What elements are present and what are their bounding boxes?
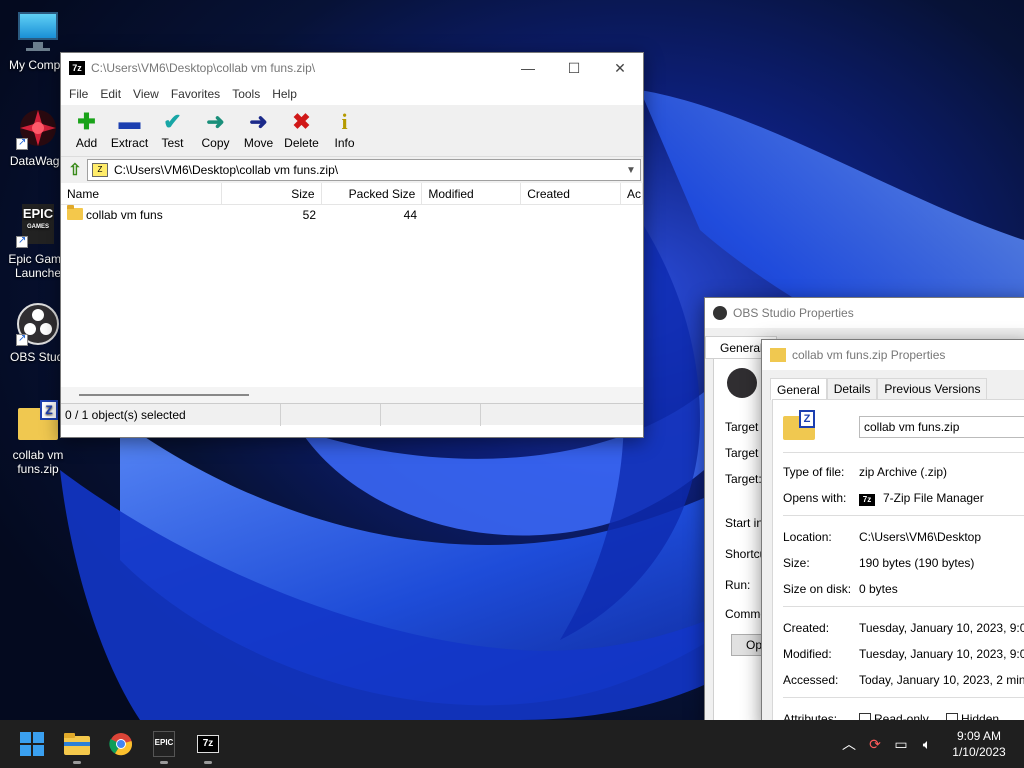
column-modified[interactable]: Modified <box>422 182 522 205</box>
obs-icon <box>16 302 60 346</box>
column-size[interactable]: Size <box>222 182 322 205</box>
zip-folder-icon <box>770 348 786 362</box>
title-bar[interactable]: OBS Studio Properties <box>705 298 1024 328</box>
copy-arrow-icon: ➜ <box>206 109 225 134</box>
list-header: Name Size Packed Size Modified Created A… <box>61 182 644 205</box>
tab-previous-versions[interactable]: Previous Versions <box>877 378 988 400</box>
obs-logo-icon <box>727 368 757 398</box>
column-accessed[interactable]: Ac <box>621 182 644 205</box>
taskbar: EPIC 7z ︿ ⟳ ▭ 🔈︎ 9:09 AM 1/10/2023 <box>0 720 1024 768</box>
file-name-field[interactable]: collab vm funs.zip <box>859 416 1024 438</box>
extract-button[interactable]: ▬ Extract <box>108 109 151 150</box>
zip-properties-window[interactable]: collab vm funs.zip Properties General De… <box>761 339 1024 730</box>
window-title: C:\Users\VM6\Desktop\collab vm funs.zip\ <box>91 61 316 75</box>
general-tab-panel: Z collab vm funs.zip Type of file: zip Ar… <box>772 399 1024 730</box>
zip-file-icon: Z <box>92 163 108 177</box>
menu-view[interactable]: View <box>127 87 165 101</box>
menu-favorites[interactable]: Favorites <box>165 87 226 101</box>
chrome-icon <box>109 733 133 756</box>
plus-icon: ✚ <box>77 109 96 134</box>
scrollbar-thumb[interactable] <box>79 394 249 396</box>
title-bar[interactable]: collab vm funs.zip Properties <box>762 340 1024 370</box>
menu-help[interactable]: Help <box>266 87 303 101</box>
zip-folder-icon: Z <box>16 400 60 444</box>
epic-games-icon: EPIC <box>153 731 175 757</box>
minus-icon: ▬ <box>118 109 141 134</box>
chevron-up-icon[interactable]: ︿ <box>836 734 862 754</box>
menu-tools[interactable]: Tools <box>226 87 266 101</box>
shortcut-arrow-icon <box>16 332 28 346</box>
monitor-icon <box>16 10 60 54</box>
windows-logo-icon <box>20 732 44 756</box>
up-folder-button[interactable]: ⇧ <box>63 159 87 181</box>
menu-file[interactable]: File <box>63 87 94 101</box>
file-list[interactable]: Name Size Packed Size Modified Created A… <box>61 182 644 403</box>
test-button[interactable]: ✔ Test <box>151 109 194 150</box>
column-created[interactable]: Created <box>521 182 622 205</box>
obs-icon <box>713 306 727 320</box>
title-bar[interactable]: 7z C:\Users\VM6\Desktop\collab vm funs.z… <box>61 53 643 83</box>
maximize-button[interactable]: ☐ <box>551 53 597 83</box>
info-button[interactable]: i Info <box>323 109 366 150</box>
column-name[interactable]: Name <box>61 182 222 205</box>
move-button[interactable]: ➜ Move <box>237 109 280 150</box>
delete-button[interactable]: ✖ Delete <box>280 109 323 150</box>
7zip-file-manager-window[interactable]: 7z C:\Users\VM6\Desktop\collab vm funs.z… <box>60 52 644 438</box>
toolbar: ✚ Add ▬ Extract ✔ Test ➜ Copy ➜ Move ✖ D… <box>61 105 643 157</box>
clock[interactable]: 9:09 AM 1/10/2023 <box>940 728 1018 760</box>
7zip-logo-icon: 7z <box>859 494 875 506</box>
start-button[interactable] <box>16 728 48 760</box>
column-packed-size[interactable]: Packed Size <box>322 182 423 205</box>
epic-games-icon: EPIC GAMES <box>16 204 60 248</box>
folder-icon <box>64 733 90 755</box>
add-button[interactable]: ✚ Add <box>65 109 108 150</box>
move-arrow-icon: ➜ <box>249 109 268 134</box>
tab-strip: General Details Previous Versions <box>770 378 988 400</box>
network-icon[interactable]: ▭ <box>888 736 914 753</box>
status-text: 0 / 1 object(s) selected <box>61 403 281 426</box>
info-icon: i <box>341 109 348 134</box>
minimize-button[interactable]: — <box>505 53 551 83</box>
tab-general[interactable]: General <box>770 378 827 400</box>
address-input[interactable]: Z C:\Users\VM6\Desktop\collab vm funs.zi… <box>87 159 641 181</box>
chevron-down-icon[interactable]: ▼ <box>622 165 640 176</box>
status-bar: 0 / 1 object(s) selected <box>61 403 643 426</box>
zip-folder-icon: Z <box>783 410 815 440</box>
shortcut-arrow-icon <box>16 234 28 248</box>
folder-icon <box>67 205 83 220</box>
copy-button[interactable]: ➜ Copy <box>194 109 237 150</box>
close-button[interactable]: ✕ <box>597 53 643 83</box>
taskbar-epic-games[interactable]: EPIC <box>148 728 180 764</box>
clock-date: 1/10/2023 <box>952 745 1006 759</box>
address-bar: ⇧ Z C:\Users\VM6\Desktop\collab vm funs.… <box>61 157 643 183</box>
horizontal-scrollbar[interactable] <box>61 387 643 403</box>
window-title: collab vm funs.zip Properties <box>792 348 946 362</box>
taskbar-7zip[interactable]: 7z <box>192 728 224 764</box>
check-icon: ✔ <box>163 109 182 134</box>
window-title: OBS Studio Properties <box>733 306 854 320</box>
sync-icon[interactable]: ⟳ <box>862 736 888 753</box>
delete-x-icon: ✖ <box>292 109 311 134</box>
menu-bar: File Edit View Favorites Tools Help <box>61 83 643 105</box>
volume-icon[interactable]: 🔈︎ <box>914 736 940 753</box>
system-tray: ︿ ⟳ ▭ 🔈︎ 9:09 AM 1/10/2023 <box>836 720 1024 768</box>
datawagon-icon <box>16 106 60 150</box>
menu-edit[interactable]: Edit <box>94 87 127 101</box>
table-row[interactable]: collab vm funs 52 44 <box>61 205 643 225</box>
shortcut-arrow-icon <box>16 136 28 150</box>
7zip-logo-icon: 7z <box>69 61 85 75</box>
clock-time: 9:09 AM <box>956 729 1002 743</box>
taskbar-chrome[interactable] <box>105 728 137 760</box>
7zip-logo-icon: 7z <box>197 735 219 753</box>
tab-details[interactable]: Details <box>826 378 878 400</box>
taskbar-file-explorer[interactable] <box>61 728 93 764</box>
